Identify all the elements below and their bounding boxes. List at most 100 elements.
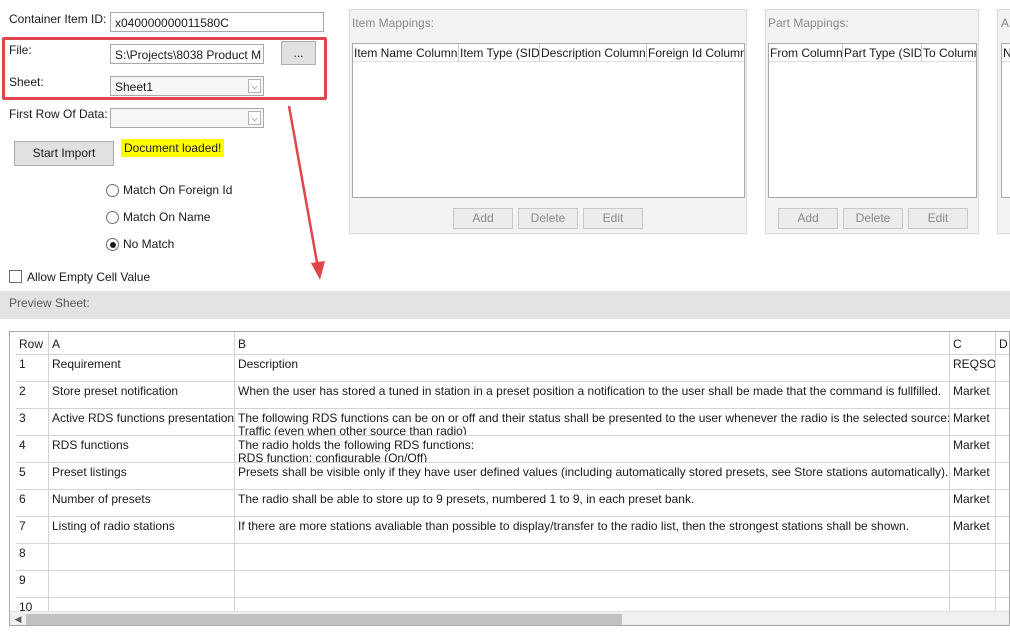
match-foreign-id-radio[interactable] xyxy=(106,184,119,197)
grid-row-number: 4 xyxy=(16,436,49,463)
item-mappings-title: Item Mappings: xyxy=(352,16,435,30)
grid-row-number: 8 xyxy=(16,544,49,571)
grid-cell[interactable] xyxy=(49,571,235,598)
grid-cell[interactable]: Market xyxy=(950,436,996,463)
grid-cell[interactable]: If there are more stations avaliable tha… xyxy=(235,517,950,544)
grid-cell[interactable]: Requirement xyxy=(49,355,235,382)
part-delete-button[interactable]: Delete xyxy=(843,208,903,229)
grid-cell[interactable]: Store preset notification xyxy=(49,382,235,409)
match-name-radio[interactable] xyxy=(106,211,119,224)
start-import-button[interactable]: Start Import xyxy=(14,141,114,166)
item-mappings-col-0[interactable]: Item Name Column xyxy=(353,44,459,62)
item-mappings-group: Item Mappings: Item Name Column Item Typ… xyxy=(349,9,747,234)
grid-cell[interactable] xyxy=(996,355,1009,382)
grid-cell[interactable]: The following RDS functions can be on or… xyxy=(235,409,950,436)
grid-cell[interactable]: Market xyxy=(950,490,996,517)
grid-cell[interactable]: Description xyxy=(235,355,950,382)
grid-cell-text: RDS functions xyxy=(52,438,129,452)
grid-cell-text: Listing of radio stations xyxy=(52,519,175,533)
grid-cell[interactable] xyxy=(950,571,996,598)
grid-cell[interactable]: Number of presets xyxy=(49,490,235,517)
third-mappings-group: A N xyxy=(997,9,1010,234)
grid-cell[interactable]: When the user has stored a tuned in stat… xyxy=(235,382,950,409)
part-mappings-col-1[interactable]: Part Type (SID) xyxy=(843,44,922,62)
third-mappings-title: A xyxy=(1001,16,1010,30)
annotation-arrow xyxy=(287,105,325,280)
grid-cell-text: 8 xyxy=(19,546,26,560)
grid-cell[interactable] xyxy=(996,409,1009,436)
horizontal-scrollbar[interactable]: ◀ xyxy=(10,611,1009,625)
preview-grid[interactable]: Row A B C D 1 Requirement Description REQSO 2 Stor… xyxy=(9,331,1010,626)
item-delete-button[interactable]: Delete xyxy=(518,208,578,229)
part-mappings-list[interactable]: From Column Part Type (SID) To Column xyxy=(768,43,977,198)
grid-cell[interactable] xyxy=(950,544,996,571)
grid-cell[interactable] xyxy=(996,571,1009,598)
grid-header-b[interactable]: B xyxy=(235,332,950,355)
grid-header-c[interactable]: C xyxy=(950,332,996,355)
no-match-label: No Match xyxy=(123,237,175,251)
grid-cell[interactable]: Market xyxy=(950,409,996,436)
grid-cell[interactable] xyxy=(996,463,1009,490)
status-badge: Document loaded! xyxy=(121,139,225,157)
grid-row-number: 1 xyxy=(16,355,49,382)
grid-cell[interactable] xyxy=(49,544,235,571)
part-add-button[interactable]: Add xyxy=(778,208,838,229)
container-item-id-label: Container Item ID: xyxy=(9,12,107,26)
item-mappings-col-2[interactable]: Description Column xyxy=(540,44,647,62)
grid-cell[interactable]: The radio holds the following RDS functi… xyxy=(235,436,950,463)
grid-cell[interactable]: Active RDS functions presentation xyxy=(49,409,235,436)
grid-cell-text: Store preset notification xyxy=(52,384,179,398)
scroll-left-icon[interactable]: ◀ xyxy=(12,613,24,625)
grid-cell[interactable]: Presets shall be visible only if they ha… xyxy=(235,463,950,490)
grid-header-d[interactable]: D xyxy=(996,332,1009,355)
grid-cell[interactable]: The radio shall be able to store up to 9… xyxy=(235,490,950,517)
first-row-select[interactable]: ⌵ xyxy=(110,108,264,128)
grid-cell-text: 5 xyxy=(19,465,26,479)
grid-cell[interactable]: Market xyxy=(950,382,996,409)
grid-cell[interactable] xyxy=(996,436,1009,463)
item-add-button[interactable]: Add xyxy=(453,208,513,229)
grid-cell-text: 6 xyxy=(19,492,26,506)
chevron-down-icon[interactable]: ⌵ xyxy=(248,111,261,125)
grid-cell[interactable]: Listing of radio stations xyxy=(49,517,235,544)
grid-cell[interactable] xyxy=(996,490,1009,517)
item-edit-button[interactable]: Edit xyxy=(583,208,643,229)
scrollbar-thumb[interactable] xyxy=(26,614,622,625)
grid-cell[interactable]: REQSO xyxy=(950,355,996,382)
container-item-id-field[interactable]: x040000000011580C xyxy=(110,12,324,32)
grid-cell-text: 9 xyxy=(19,573,26,587)
grid-row-number: 5 xyxy=(16,463,49,490)
third-mappings-list[interactable]: N xyxy=(1001,43,1010,198)
part-mappings-col-2[interactable]: To Column xyxy=(922,44,976,62)
grid-cell[interactable]: Market xyxy=(950,517,996,544)
part-mappings-col-0[interactable]: From Column xyxy=(769,44,843,62)
grid-row-number: 9 xyxy=(16,571,49,598)
grid-cell[interactable]: RDS functions xyxy=(49,436,235,463)
preview-sheet-bar xyxy=(0,291,1010,319)
grid-cell-text: Description xyxy=(238,357,299,371)
item-mappings-col-1[interactable]: Item Type (SID) xyxy=(459,44,540,62)
grid-row-number: 3 xyxy=(16,409,49,436)
allow-empty-checkbox[interactable] xyxy=(9,270,22,283)
grid-cell-text: 1 xyxy=(19,357,26,371)
first-row-label: First Row Of Data: xyxy=(9,107,108,121)
grid-header-row[interactable]: Row xyxy=(16,332,49,355)
item-mappings-col-3[interactable]: Foreign Id Column xyxy=(647,44,744,62)
grid-cell[interactable]: Market xyxy=(950,463,996,490)
grid-cell[interactable] xyxy=(235,571,950,598)
part-edit-button[interactable]: Edit xyxy=(908,208,968,229)
grid-cell-text: Requirement xyxy=(52,357,121,371)
grid-cell[interactable] xyxy=(996,517,1009,544)
grid-cell[interactable]: Preset listings xyxy=(49,463,235,490)
grid-cell[interactable] xyxy=(996,382,1009,409)
grid-cell[interactable] xyxy=(235,544,950,571)
grid-cell-text: Preset listings xyxy=(52,465,127,479)
grid-cell-text: Market xyxy=(953,519,990,533)
grid-header-a[interactable]: A xyxy=(49,332,235,355)
grid-cell[interactable] xyxy=(996,544,1009,571)
grid-cell-text: If there are more stations avaliable tha… xyxy=(238,519,910,533)
item-mappings-list[interactable]: Item Name Column Item Type (SID) Descrip… xyxy=(352,43,745,198)
no-match-radio[interactable] xyxy=(106,238,119,251)
grid-cell-text: 2 xyxy=(19,384,26,398)
grid-cell-text: Number of presets xyxy=(52,492,151,506)
